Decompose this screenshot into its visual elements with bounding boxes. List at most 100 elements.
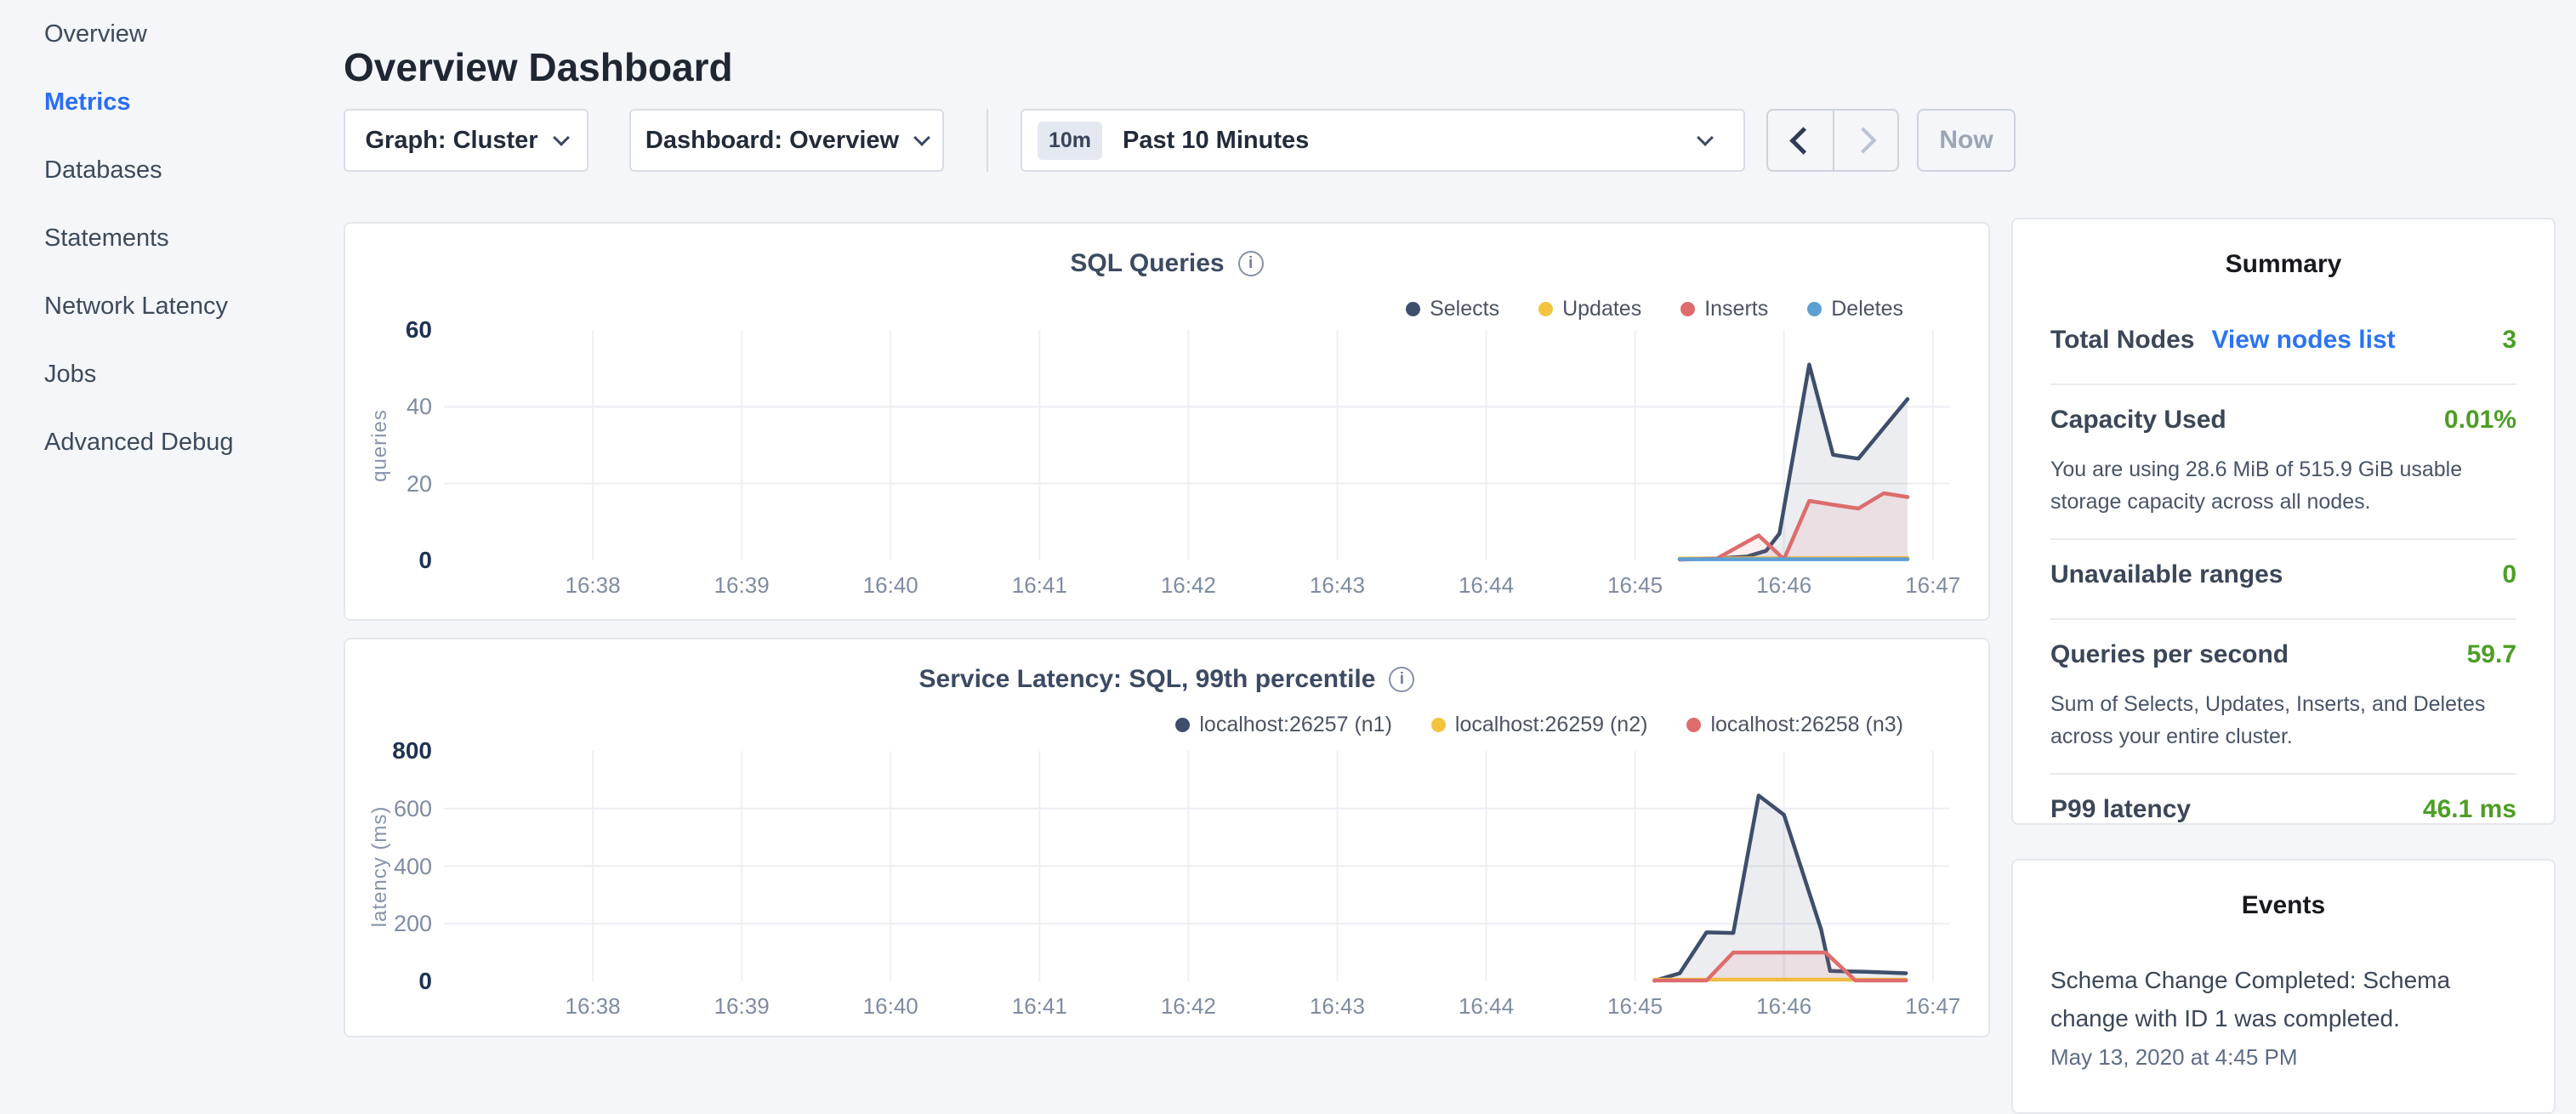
- x-tick-label: 16:40: [839, 572, 941, 599]
- legend-label: localhost:26257 (n1): [1199, 713, 1392, 737]
- legend-label: Inserts: [1704, 297, 1768, 321]
- chart-title: SQL Queries: [1070, 249, 1224, 278]
- legend-item[interactable]: localhost:26258 (n3): [1686, 713, 1903, 737]
- summary-row-value: 0: [2502, 560, 2516, 589]
- legend-dot-icon: [1686, 718, 1701, 732]
- info-icon[interactable]: [1389, 667, 1414, 692]
- sql-queries-chart-card: SQL Queries Selects Updates Inserts Deletes…: [344, 222, 1990, 621]
- chart-legend: Selects Updates Inserts Deletes: [1406, 297, 1903, 321]
- divider: [2050, 538, 2516, 540]
- legend-dot-icon: [1406, 302, 1420, 316]
- sidebar-item-metrics[interactable]: Metrics: [44, 87, 332, 117]
- legend-item[interactable]: Selects: [1406, 297, 1499, 321]
- legend-item[interactable]: localhost:26257 (n1): [1175, 713, 1392, 737]
- y-tick-label: 200: [359, 910, 432, 937]
- x-tick-label: 16:42: [1137, 572, 1239, 599]
- summary-row-label: Total Nodes: [2050, 326, 2194, 355]
- summary-row-capacity-used: Capacity Used 0.01%: [2050, 406, 2516, 443]
- chart-title-row: Service Latency: SQL, 99th percentile: [345, 665, 1988, 694]
- time-range-dropdown[interactable]: 10m Past 10 Minutes: [1021, 109, 1745, 172]
- summary-row-value: 0.01%: [2444, 406, 2516, 435]
- y-tick-label: 800: [359, 737, 432, 764]
- summary-row-value: 3: [2502, 326, 2516, 355]
- chart-title-row: SQL Queries: [345, 249, 1988, 278]
- summary-row-value: 46.1 ms: [2423, 795, 2516, 824]
- dashboard-dropdown[interactable]: Dashboard: Overview: [629, 109, 944, 172]
- y-tick-label: 400: [359, 853, 432, 880]
- chart-title: Service Latency: SQL, 99th percentile: [919, 665, 1376, 694]
- legend-dot-icon: [1807, 302, 1822, 316]
- y-tick-label: 600: [359, 795, 432, 822]
- sidebar-item-overview[interactable]: Overview: [44, 19, 332, 49]
- summary-row-queries-per-second: Queries per second 59.7: [2050, 640, 2516, 678]
- sidebar-item-network-latency[interactable]: Network Latency: [44, 291, 332, 321]
- events-heading: Events: [2050, 891, 2516, 920]
- chevron-down-icon: [913, 129, 930, 146]
- legend-item[interactable]: Deletes: [1807, 297, 1903, 321]
- x-tick-label: 16:39: [691, 993, 793, 1020]
- legend-item[interactable]: localhost:26259 (n2): [1431, 713, 1648, 737]
- y-tick-label: 0: [359, 968, 432, 995]
- info-icon[interactable]: [1238, 251, 1264, 276]
- view-nodes-list-link[interactable]: View nodes list: [2211, 326, 2395, 355]
- sql-queries-plot[interactable]: queries 020406016:3816:3916:4016:4116:42…: [444, 330, 1949, 560]
- summary-row-label: P99 latency: [2050, 795, 2191, 824]
- legend-label: localhost:26258 (n3): [1710, 713, 1903, 737]
- now-button-label: Now: [1939, 126, 1993, 155]
- x-tick-label: 16:39: [691, 572, 793, 599]
- event-timestamp: May 13, 2020 at 4:45 PM: [2050, 1044, 2516, 1071]
- summary-row-total-nodes: Total Nodes View nodes list 3: [2050, 326, 2516, 363]
- x-tick-label: 16:38: [542, 572, 644, 599]
- summary-row-description: Sum of Selects, Updates, Inserts, and De…: [2050, 688, 2516, 753]
- time-range-badge: 10m: [1038, 122, 1102, 160]
- summary-heading: Summary: [2050, 250, 2516, 279]
- legend-dot-icon: [1175, 718, 1190, 732]
- x-tick-label: 16:43: [1286, 572, 1388, 599]
- sidebar-item-databases[interactable]: Databases: [44, 155, 332, 185]
- controls-divider: [987, 109, 988, 172]
- y-axis-label: queries: [367, 344, 394, 548]
- summary-panel: Summary Total Nodes View nodes list 3 Ca…: [2011, 218, 2556, 825]
- x-tick-label: 16:41: [988, 572, 1090, 599]
- legend-item[interactable]: Inserts: [1680, 297, 1768, 321]
- sidebar-item-advanced-debug[interactable]: Advanced Debug: [44, 427, 332, 458]
- legend-item[interactable]: Updates: [1538, 297, 1641, 321]
- x-tick-label: 16:38: [542, 993, 644, 1020]
- x-tick-label: 16:44: [1436, 572, 1538, 599]
- summary-row-label: Queries per second: [2050, 640, 2289, 669]
- graph-scope-dropdown-label: Graph: Cluster: [365, 127, 537, 155]
- next-time-button[interactable]: [1833, 111, 1897, 170]
- service-latency-plot[interactable]: latency (ms) 020040060080016:3816:3916:4…: [444, 751, 1949, 981]
- previous-time-button[interactable]: [1768, 111, 1833, 170]
- x-tick-label: 16:47: [1882, 993, 1984, 1020]
- chevron-right-icon: [1850, 127, 1876, 153]
- y-tick-label: 40: [359, 393, 432, 420]
- dashboard-dropdown-label: Dashboard: Overview: [645, 127, 899, 155]
- summary-row-value: 59.7: [2467, 640, 2516, 669]
- page-title: Overview Dashboard: [344, 42, 733, 93]
- legend-dot-icon: [1538, 302, 1553, 316]
- time-range-label: Past 10 Minutes: [1123, 127, 1699, 155]
- summary-row-label: Capacity Used: [2050, 406, 2226, 435]
- x-tick-label: 16:45: [1584, 993, 1686, 1020]
- divider: [2050, 618, 2516, 620]
- x-tick-label: 16:45: [1584, 572, 1686, 599]
- event-message: Schema Change Completed: Schema change w…: [2050, 961, 2459, 1037]
- sidebar-item-jobs[interactable]: Jobs: [44, 359, 332, 389]
- x-tick-label: 16:46: [1733, 572, 1835, 599]
- service-latency-chart-card: Service Latency: SQL, 99th percentile lo…: [344, 638, 1990, 1037]
- time-step-buttons: [1766, 109, 1899, 172]
- x-tick-label: 16:41: [988, 993, 1090, 1020]
- now-button[interactable]: Now: [1917, 109, 2016, 172]
- legend-label: Selects: [1430, 297, 1499, 321]
- legend-dot-icon: [1680, 302, 1695, 316]
- graph-scope-dropdown[interactable]: Graph: Cluster: [344, 109, 589, 172]
- sidebar-item-statements[interactable]: Statements: [44, 223, 332, 253]
- legend-label: Updates: [1562, 297, 1641, 321]
- x-tick-label: 16:43: [1286, 993, 1388, 1020]
- x-tick-label: 16:44: [1436, 993, 1538, 1020]
- sidebar: Overview Metrics Databases Statements Ne…: [0, 0, 332, 495]
- divider: [2050, 773, 2516, 775]
- chevron-down-icon: [1697, 129, 1714, 146]
- summary-row-description: You are using 28.6 MiB of 515.9 GiB usab…: [2050, 453, 2516, 518]
